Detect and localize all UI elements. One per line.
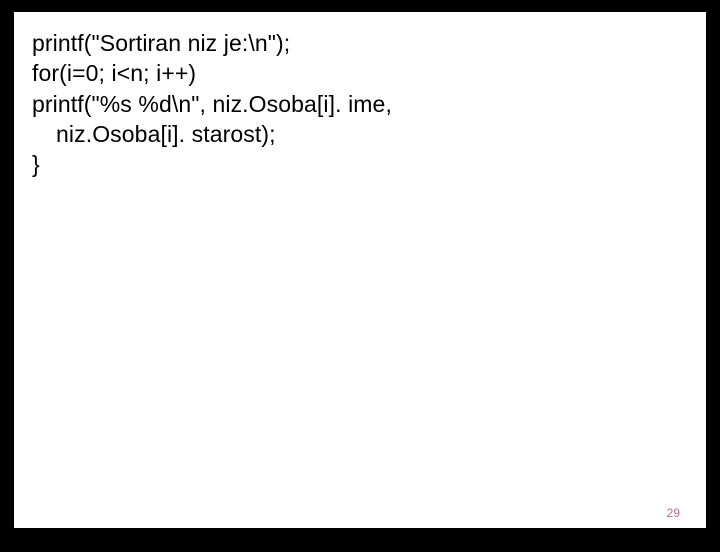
code-line-5: } <box>32 149 688 179</box>
code-line-2: for(i=0; i<n; i++) <box>32 58 688 88</box>
code-line-3: printf("%s %d\n", niz.Osoba[i]. ime, <box>32 89 688 119</box>
slide: printf("Sortiran niz je:\n"); for(i=0; i… <box>14 12 706 528</box>
code-line-4: niz.Osoba[i]. starost); <box>32 119 688 149</box>
code-line-1: printf("Sortiran niz je:\n"); <box>32 28 688 58</box>
page-number: 29 <box>667 506 680 520</box>
